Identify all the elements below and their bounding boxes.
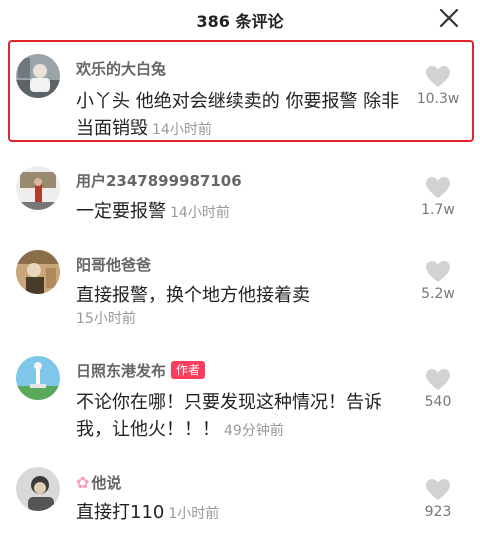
comment-body: 一定要报警	[76, 201, 166, 222]
comment-text: 直接报警，换个地方他接着卖 15小时前	[76, 282, 416, 329]
comment-time: 1小时前	[168, 506, 220, 522]
comment-text: 直接打110 1小时前	[76, 499, 416, 528]
comment-time: 15小时前	[76, 311, 136, 327]
avatar[interactable]	[16, 356, 60, 400]
like-count: 923	[424, 504, 452, 520]
flower-icon: ✿	[76, 473, 90, 492]
like-button[interactable]: 5.2w	[410, 260, 466, 302]
heart-icon	[426, 479, 450, 500]
comment-username[interactable]: ✿ 他说	[76, 472, 121, 493]
comment-username[interactable]: 用户2347899987106	[76, 170, 242, 191]
like-count: 1.7w	[421, 202, 455, 218]
comment-time: 49分钟前	[224, 423, 284, 439]
username-label: 他说	[91, 474, 122, 492]
comment-body: 直接打110	[76, 502, 165, 523]
comment-text: 一定要报警 14小时前	[76, 198, 416, 227]
comment-text: 不论你在哪！只要发现这种情况！告诉我，让他火！！！ 49分钟前	[76, 389, 416, 445]
like-button[interactable]: 540	[410, 368, 466, 410]
heart-icon	[426, 261, 450, 282]
highlight-box	[8, 40, 474, 142]
like-count: 540	[424, 394, 452, 410]
comment-username[interactable]: 日照东港发布 作者	[76, 360, 206, 381]
heart-icon	[426, 177, 450, 198]
username-label: 日照东港发布	[76, 362, 167, 380]
like-count: 5.2w	[421, 286, 455, 302]
avatar[interactable]	[16, 250, 60, 294]
author-badge: 作者	[171, 361, 206, 379]
comment-time: 14小时前	[170, 205, 230, 221]
heart-icon	[426, 369, 450, 390]
like-button[interactable]: 923	[410, 478, 466, 520]
avatar[interactable]	[16, 467, 60, 511]
comments-sheet: 386 条评论 欢乐的大白兔 小丫头 他绝对会继续卖的 你要报警 除非当面销毁 1…	[0, 0, 480, 544]
comment-count-title: 386 条评论	[196, 12, 284, 31]
avatar[interactable]	[16, 166, 60, 210]
like-button[interactable]: 1.7w	[410, 176, 466, 218]
comment-username[interactable]: 阳哥他爸爸	[76, 254, 151, 275]
comments-header: 386 条评论	[0, 0, 480, 36]
close-icon[interactable]	[436, 5, 462, 31]
comment-body: 直接报警，换个地方他接着卖	[76, 285, 310, 306]
